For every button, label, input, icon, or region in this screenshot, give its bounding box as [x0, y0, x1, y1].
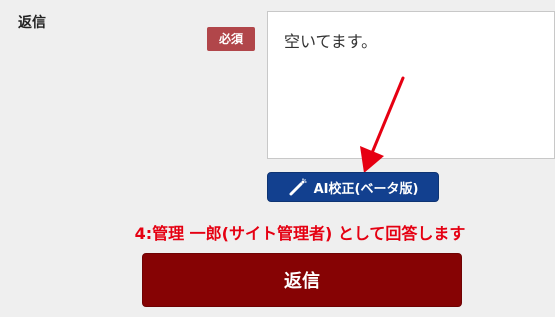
- submit-reply-button[interactable]: 返信: [142, 253, 462, 307]
- ai-proofread-button[interactable]: AI校正(ベータ版): [267, 172, 439, 202]
- reply-form: 返信 必須 空いてます。 AI校正(ベータ版) 4:管理 一郎(サイト管理者) …: [0, 0, 555, 317]
- ai-button-label: AI校正(ベータ版): [313, 181, 419, 197]
- answer-as-note: 4:管理 一郎(サイト管理者) として回答します: [134, 224, 466, 243]
- magic-wand-icon: [289, 178, 307, 196]
- submit-button-label: 返信: [284, 271, 320, 292]
- reply-field-label: 返信: [18, 15, 46, 31]
- reply-textarea[interactable]: 空いてます。: [267, 11, 555, 159]
- required-badge: 必須: [207, 27, 255, 51]
